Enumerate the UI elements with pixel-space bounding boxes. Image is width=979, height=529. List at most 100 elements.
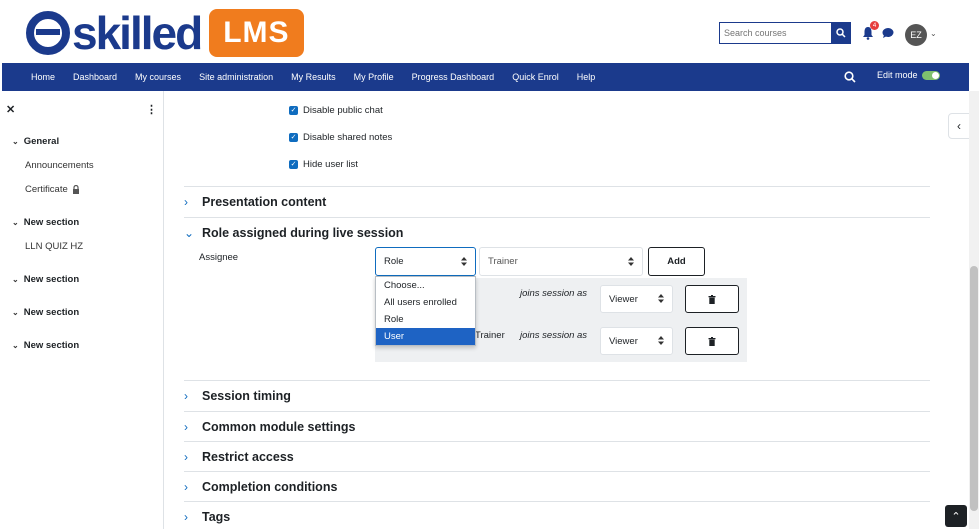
- chat-bubble-icon[interactable]: [882, 27, 894, 39]
- sidebar-section-new-3[interactable]: ⌄ New section: [12, 307, 79, 318]
- assignment-name: Trainer: [475, 330, 505, 341]
- logo-e-mark: [26, 11, 70, 55]
- top-header: skilled LMS 4 EZ ⌄: [0, 0, 979, 63]
- assignee-target-select[interactable]: Trainer: [479, 247, 643, 276]
- search-input[interactable]: [719, 22, 831, 44]
- nav-my-results[interactable]: My Results: [282, 72, 345, 82]
- sidebar-section-new-1[interactable]: ⌄ New section: [12, 217, 79, 228]
- sidebar-section-new-2[interactable]: ⌄ New section: [12, 274, 79, 285]
- sidebar-section-title: General: [23, 136, 60, 147]
- section-title: Completion conditions: [202, 479, 338, 494]
- chevron-down-icon: ⌄: [12, 218, 19, 227]
- select-value: Viewer: [609, 293, 638, 305]
- sidebar-section-title: New section: [23, 307, 80, 318]
- chevron-right-icon: ›: [184, 194, 188, 209]
- chevron-right-icon: ›: [184, 449, 188, 464]
- dropdown-option[interactable]: Role: [376, 311, 475, 328]
- nav-my-courses[interactable]: My courses: [126, 72, 190, 82]
- course-index-drawer: ✕ ⋮ ⌄ General Announcements Certificate …: [0, 91, 164, 529]
- section-title: Restrict access: [202, 449, 294, 464]
- select-value: Trainer: [488, 256, 518, 267]
- sidebar-item-announcements[interactable]: Announcements: [25, 160, 94, 171]
- chevron-right-icon: ›: [184, 479, 188, 494]
- sidebar-section-title: New section: [23, 340, 80, 351]
- trash-icon: [708, 336, 716, 346]
- nav-dashboard[interactable]: Dashboard: [64, 72, 126, 82]
- section-role-assigned[interactable]: ⌄ Role assigned during live session: [184, 217, 930, 247]
- eskilled-logo[interactable]: skilled LMS: [26, 8, 304, 58]
- search-button[interactable]: [831, 22, 851, 44]
- nav-help[interactable]: Help: [568, 72, 605, 82]
- select-value: Role: [384, 256, 404, 267]
- assignee-type-dropdown: Choose... All users enrolled Role User: [375, 276, 476, 346]
- section-session-timing[interactable]: › Session timing: [184, 380, 930, 410]
- session-role-select[interactable]: Viewer: [600, 285, 673, 313]
- sidebar-section-general[interactable]: ⌄ General: [12, 136, 59, 147]
- checkbox[interactable]: ✓: [289, 106, 298, 115]
- nav-site-administration[interactable]: Site administration: [190, 72, 282, 82]
- section-title: Role assigned during live session: [202, 225, 404, 240]
- chevron-right-icon: ›: [184, 388, 188, 403]
- section-common-module-settings[interactable]: › Common module settings: [184, 411, 930, 441]
- logo-lms-badge: LMS: [209, 9, 304, 57]
- toggle-switch[interactable]: [921, 70, 940, 80]
- chevron-left-icon: ‹: [957, 119, 961, 133]
- search-icon[interactable]: [844, 71, 856, 83]
- kebab-menu-icon[interactable]: ⋮: [146, 103, 157, 116]
- chevron-right-icon: ›: [184, 509, 188, 524]
- chevron-down-icon: ⌄: [12, 308, 19, 317]
- logo-word: skilled: [72, 7, 203, 59]
- sidebar-item-certificate[interactable]: Certificate: [25, 184, 80, 195]
- open-block-drawer-button[interactable]: ‹: [948, 113, 970, 139]
- scrollbar-thumb[interactable]: [970, 266, 978, 511]
- notification-count-badge: 4: [870, 21, 879, 30]
- back-to-top-button[interactable]: ⌃: [945, 505, 967, 527]
- sidebar-item-lln-quiz[interactable]: LLN QUIZ HZ: [25, 241, 83, 252]
- section-tags[interactable]: › Tags: [184, 501, 930, 529]
- checkbox-label: Hide user list: [303, 159, 358, 170]
- lock-icon: [72, 185, 79, 194]
- sidebar-section-title: New section: [23, 274, 80, 285]
- checkbox[interactable]: ✓: [289, 160, 298, 169]
- checkbox-disable-shared-notes[interactable]: ✓ Disable shared notes: [289, 132, 392, 143]
- select-arrows-icon: [628, 257, 634, 266]
- dropdown-option[interactable]: Choose...: [376, 277, 475, 294]
- section-title: Common module settings: [202, 419, 356, 434]
- section-restrict-access[interactable]: › Restrict access: [184, 441, 930, 471]
- checkbox-hide-user-list[interactable]: ✓ Hide user list: [289, 159, 358, 170]
- chevron-up-icon: ⌃: [951, 510, 961, 523]
- checkbox-label: Disable public chat: [303, 105, 383, 116]
- nav-progress-dashboard[interactable]: Progress Dashboard: [403, 72, 504, 82]
- checkbox[interactable]: ✓: [289, 133, 298, 142]
- nav-home[interactable]: Home: [2, 72, 64, 82]
- delete-button[interactable]: [685, 327, 739, 355]
- section-title: Session timing: [202, 388, 291, 403]
- session-role-select[interactable]: Viewer: [600, 327, 673, 355]
- trash-icon: [708, 294, 716, 304]
- scrollbar[interactable]: [969, 91, 979, 529]
- joins-session-label: joins session as: [520, 288, 588, 299]
- chevron-down-icon: ⌄: [12, 341, 19, 350]
- delete-button[interactable]: [685, 285, 739, 313]
- section-completion-conditions[interactable]: › Completion conditions: [184, 471, 930, 501]
- assignee-label: Assignee: [199, 252, 239, 263]
- dropdown-option-selected[interactable]: User: [376, 328, 475, 345]
- section-title: Tags: [202, 509, 231, 524]
- checkbox-disable-public-chat[interactable]: ✓ Disable public chat: [289, 105, 383, 116]
- add-button[interactable]: Add: [648, 247, 705, 276]
- edit-mode-toggle[interactable]: Edit mode: [877, 70, 940, 80]
- nav-my-profile[interactable]: My Profile: [345, 72, 403, 82]
- chevron-down-icon: ⌄: [12, 275, 19, 284]
- section-presentation-content[interactable]: › Presentation content: [184, 186, 930, 216]
- assignee-type-select[interactable]: Role: [375, 247, 476, 276]
- chevron-down-icon[interactable]: ⌄: [930, 29, 937, 38]
- course-search: [719, 22, 851, 44]
- dropdown-option[interactable]: All users enrolled: [376, 294, 475, 311]
- nav-quick-enrol[interactable]: Quick Enrol: [503, 72, 568, 82]
- chevron-down-icon: ⌄: [184, 225, 195, 240]
- close-icon[interactable]: ✕: [6, 103, 15, 116]
- user-avatar[interactable]: EZ: [905, 24, 927, 46]
- section-title: Presentation content: [202, 194, 327, 209]
- select-value: Viewer: [609, 335, 638, 347]
- sidebar-section-new-4[interactable]: ⌄ New section: [12, 340, 79, 351]
